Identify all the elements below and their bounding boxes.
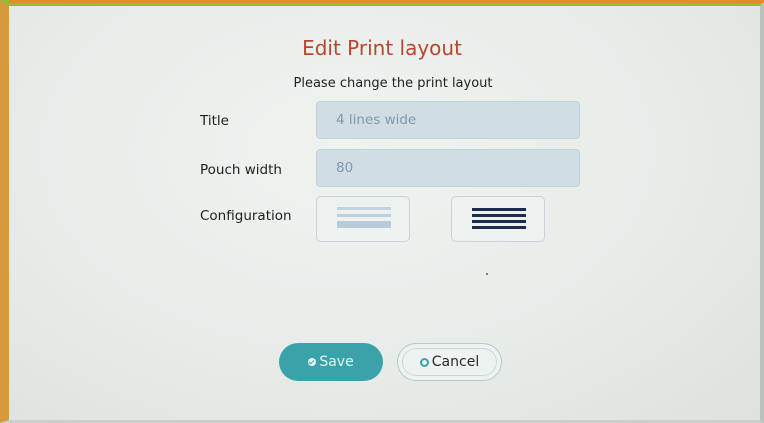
top-border — [9, 0, 764, 3]
title-label: Title — [200, 113, 229, 129]
check-icon — [308, 358, 317, 366]
configuration-label: Configuration — [200, 208, 292, 224]
cancel-label: Cancel — [431, 354, 480, 370]
screen-speck — [486, 273, 488, 275]
cancel-button[interactable]: Cancel — [397, 343, 502, 381]
circle-icon — [419, 357, 429, 367]
pouch-width-label: Pouch width — [200, 162, 282, 178]
title-field[interactable]: 4 lines wide — [316, 101, 580, 139]
config-option-dark[interactable] — [451, 196, 545, 242]
dialog-subtitle: Please change the print layout — [293, 76, 493, 91]
save-button[interactable]: Save — [279, 343, 383, 381]
pouch-width-field[interactable]: 80 — [316, 149, 580, 187]
save-label: Save — [319, 354, 354, 370]
dialog-title: Edit Print layout — [302, 36, 462, 60]
config-option-light[interactable] — [316, 196, 410, 242]
